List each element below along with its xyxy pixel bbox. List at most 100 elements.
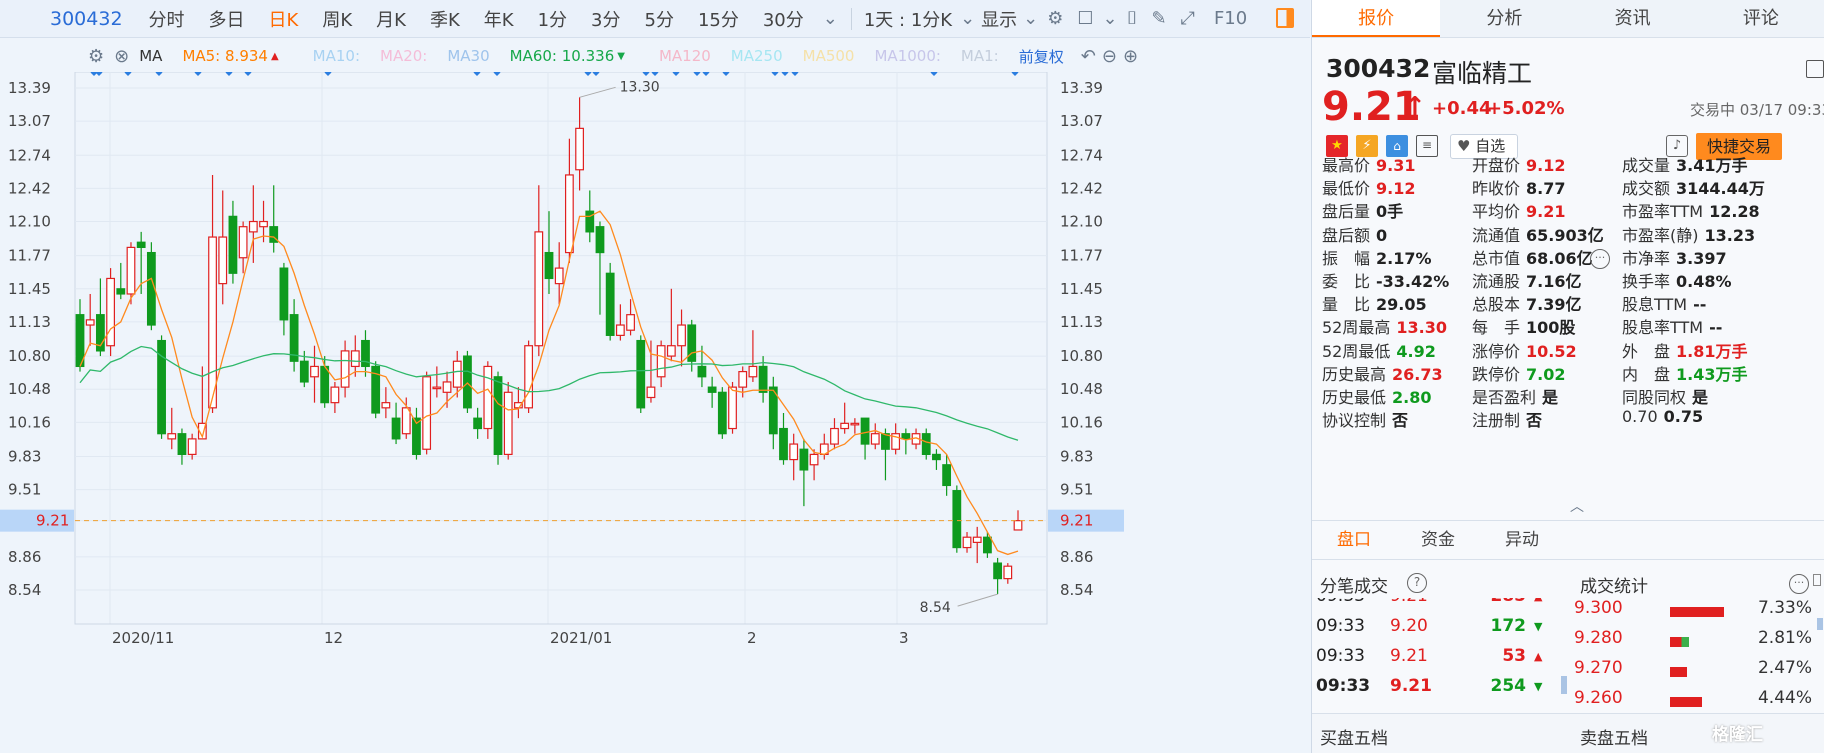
help-icon[interactable]: ? (1407, 573, 1427, 593)
stat-label: 成交额 (1622, 179, 1671, 199)
period-tab[interactable]: 年K (484, 6, 514, 32)
stat-value: 3144.44万 (1676, 179, 1765, 199)
ma60-label: MA60: 10.336 (509, 47, 615, 65)
stat-label: 总股本 (1472, 295, 1521, 315)
candle-body (595, 226, 605, 254)
chevron-down-icon[interactable]: ⌄ (960, 8, 975, 29)
camera-icon[interactable]: ⌷ (1127, 8, 1138, 29)
range-select[interactable]: 1天 : 1分K (864, 6, 952, 32)
stat-label: 总市值 (1472, 248, 1521, 268)
chart-grid (74, 72, 1048, 625)
up-triangle-icon: ▲ (1534, 650, 1543, 663)
adjust-mode[interactable]: 前复权 (1019, 46, 1064, 67)
panel-icon[interactable] (1813, 574, 1821, 586)
candle-body (677, 324, 686, 347)
stat-price: 9.300 (1574, 598, 1623, 618)
period-tab[interactable]: 周K (322, 6, 352, 32)
tick-time: 09:33 (1316, 616, 1365, 636)
stat-value: 9.31 (1376, 156, 1416, 175)
candlestick-chart[interactable]: 13.39 13.39 13.07 13.07 12.74 12.74 12.42 12.42… (0, 72, 1220, 753)
candle-body (932, 453, 941, 461)
pencil-icon[interactable]: ✎ (1151, 8, 1166, 29)
period-tab[interactable]: 分时 (149, 6, 185, 32)
bid-book-title: 买盘五档 (1320, 729, 1388, 749)
price-change: +0.44 (1432, 98, 1492, 119)
chevron-down-icon[interactable]: ⌄ (1103, 8, 1118, 29)
stat-value: -33.42% (1376, 272, 1450, 291)
stat-label: 内 盘 (1622, 364, 1671, 384)
stat-label: 流通股 (1472, 272, 1521, 291)
close-icon[interactable]: ⊗ (114, 46, 129, 67)
subtab-orderbook[interactable]: 盘口 (1312, 521, 1396, 559)
period-tab[interactable]: 5分 (645, 6, 674, 32)
gear-icon[interactable]: ⚙ (1047, 8, 1063, 29)
candle-body (840, 422, 850, 430)
y-tick-label-right: 12.42 (1060, 179, 1103, 197)
period-tab[interactable]: 15分 (698, 6, 739, 32)
x-tick-label: 2 (747, 629, 757, 647)
period-tab[interactable]: 季K (430, 6, 460, 32)
tab-comments[interactable]: 评论 (1697, 0, 1824, 37)
candle-body (177, 433, 187, 456)
candle-body (830, 427, 839, 445)
stat-value: 9.12 (1526, 156, 1566, 175)
period-tab[interactable]: 3分 (591, 6, 620, 32)
ma10-label: MA10: (312, 47, 360, 65)
candle-body (463, 355, 472, 409)
note-icon[interactable]: ≡ (1416, 135, 1438, 157)
stat-value: 26.73 (1392, 364, 1443, 384)
settings-icon[interactable]: ⚙ (88, 46, 104, 67)
chevron-down-icon[interactable]: ⌄ (1023, 8, 1038, 29)
candle-body (208, 236, 217, 409)
stat-value: 0手 (1376, 202, 1404, 222)
period-tab[interactable]: 多日 (209, 6, 245, 32)
display-menu[interactable]: 显示 (981, 6, 1017, 32)
candle-body (656, 345, 666, 378)
tick-row: 09:33 9.21 254 ▼ (1312, 676, 1562, 706)
candle-body (432, 386, 442, 390)
ma20-label: MA20: (380, 47, 428, 65)
square-icon[interactable]: ☐ (1077, 8, 1093, 29)
subtabs: 盘口 资金 异动 (1312, 520, 1824, 560)
chevron-down-icon[interactable]: ⌄ (823, 8, 838, 29)
collapse-icon[interactable]: ︿ (1570, 496, 1584, 516)
stat-label: 市净率 (1622, 248, 1671, 268)
tab-quote[interactable]: 报价 (1312, 0, 1441, 37)
stat-value: 65.903亿 (1526, 225, 1604, 245)
fullscreen-icon[interactable]: ⤢ (1181, 8, 1195, 29)
period-tab[interactable]: 1分 (538, 6, 567, 32)
heart-icon: ♥ (1457, 137, 1471, 155)
stat-label: 量 比 (1322, 295, 1371, 315)
more-icon[interactable]: ··· (1590, 249, 1610, 269)
stat-item: 股息率TTM -- (1622, 314, 1722, 338)
tab-analysis[interactable]: 分析 (1440, 0, 1568, 37)
candle-body (75, 314, 85, 368)
zoom-out-icon[interactable]: ⊖ (1102, 46, 1117, 67)
scrollbar[interactable] (1561, 676, 1567, 694)
subtab-capital[interactable]: 资金 (1396, 521, 1480, 559)
y-tick-label-right: 10.16 (1060, 413, 1103, 431)
ticker-code[interactable]: 300432 (50, 8, 123, 30)
stat-value: 13.30 (1396, 318, 1447, 338)
sidebar-toggle-icon[interactable] (1276, 8, 1294, 28)
stat-percent: 7.33% (1757, 598, 1812, 618)
stat-price: 9.280 (1574, 628, 1623, 648)
tab-news[interactable]: 资讯 (1569, 0, 1697, 37)
more-icon[interactable]: ··· (1789, 574, 1809, 594)
price-up-arrow-icon: ↑ (1404, 92, 1426, 122)
period-tab[interactable]: 月K (376, 6, 406, 32)
stock-name: 富临精工 (1432, 59, 1533, 88)
stat-label: 涨停价 (1472, 341, 1521, 361)
period-tab[interactable]: 30分 (763, 6, 804, 32)
stat-value: 7.02 (1526, 364, 1566, 384)
ma-type[interactable]: MA (139, 47, 162, 65)
expand-icon[interactable] (1806, 60, 1824, 78)
scrollbar[interactable] (1817, 618, 1823, 630)
f10-button[interactable]: F10 (1214, 8, 1247, 29)
period-tab-selected[interactable]: 日K (269, 6, 299, 32)
up-triangle-icon: ▲ (1534, 598, 1542, 603)
undo-icon[interactable]: ↶ (1081, 46, 1096, 67)
subtab-alerts[interactable]: 异动 (1480, 521, 1564, 559)
zoom-in-icon[interactable]: ⊕ (1123, 46, 1138, 67)
stat-value: 0 (1376, 225, 1388, 245)
